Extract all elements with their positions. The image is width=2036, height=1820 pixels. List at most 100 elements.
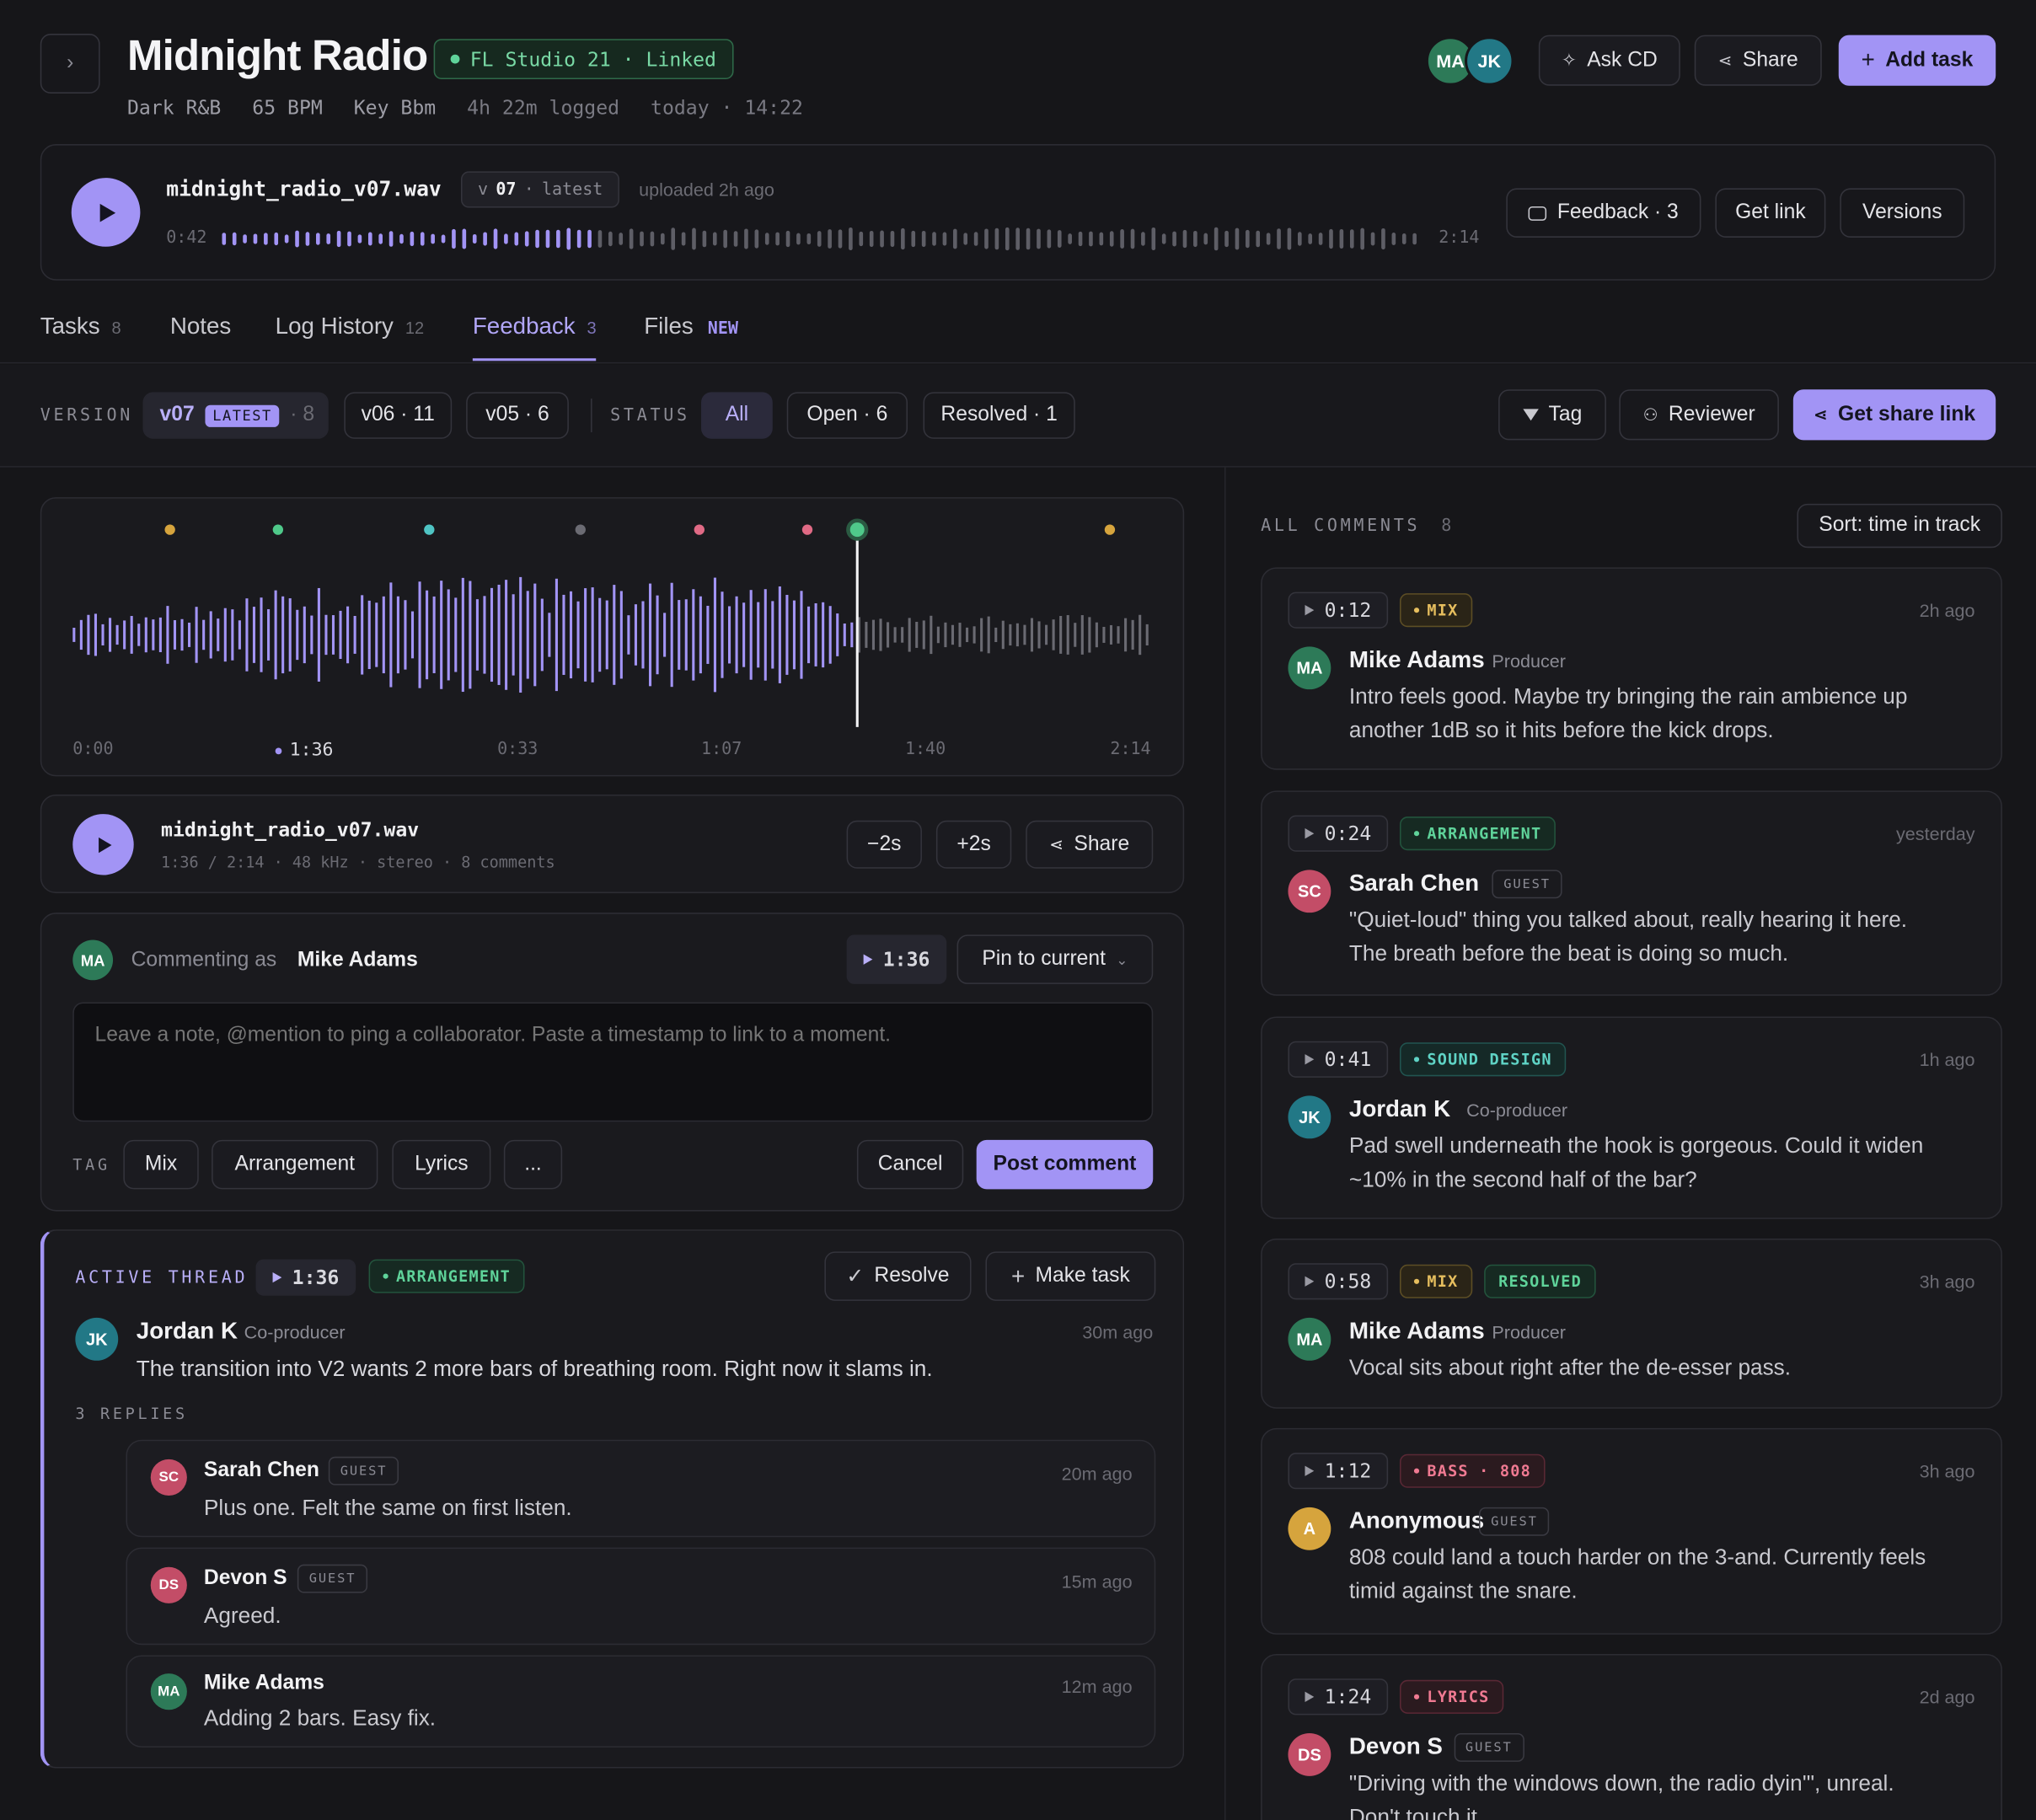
waveform-bar	[504, 233, 508, 244]
timestamp-chip[interactable]: 1:12	[1288, 1453, 1389, 1490]
version-v07-chip[interactable]: v07 LATEST · 8	[142, 392, 329, 439]
share-button[interactable]: ⋖ Share	[1026, 820, 1154, 869]
waveform-bar	[1161, 233, 1166, 244]
reply-author: Mike Adams	[203, 1672, 324, 1694]
check-icon: ✓	[846, 1266, 865, 1288]
more-tags-button[interactable]: ...	[503, 1139, 563, 1190]
timestamp-chip[interactable]: 0:58	[1288, 1263, 1389, 1300]
waveform-bar	[267, 609, 271, 661]
comment-marker[interactable]	[846, 518, 869, 541]
play-icon	[1305, 1054, 1315, 1065]
timestamp-chip[interactable]: 0:24	[1288, 815, 1389, 852]
comment-card[interactable]: 0:24 ARRANGEMENT yesterday SC Sarah Chen GUES…	[1261, 790, 2002, 996]
comment-card[interactable]: 1:24 LYRICS 2d ago DS Devon S GUEST "Driving w…	[1261, 1653, 2002, 1820]
comment-marker[interactable]	[164, 524, 175, 535]
play-icon	[1305, 1465, 1315, 1476]
cancel-button[interactable]: Cancel	[856, 1139, 964, 1190]
waveform-bar	[223, 608, 227, 662]
comment-card[interactable]: 1:12 BASS · 808 3h ago A Anonymous GUEST 808 c…	[1261, 1427, 2002, 1635]
resolve-button[interactable]: ✓ Resolve	[824, 1251, 972, 1301]
waveform-bar	[420, 232, 425, 246]
get-link-button[interactable]: Get link	[1715, 188, 1826, 238]
post-comment-button[interactable]: Post comment	[976, 1139, 1154, 1190]
comment-card[interactable]: 0:41 SOUND DESIGN 1h ago JK Jordan K Co-produ…	[1261, 1016, 2002, 1219]
mini-waveform[interactable]	[222, 221, 1423, 257]
share-button[interactable]: ⋖ Share	[1694, 35, 1822, 86]
waveform-bar	[426, 590, 429, 680]
waveform-bar	[749, 590, 753, 680]
waveform-bar	[660, 233, 665, 245]
versions-button[interactable]: Versions	[1840, 188, 1965, 238]
avatar[interactable]: JK	[1465, 36, 1514, 86]
waveform-bar	[399, 233, 404, 244]
timestamp-chip[interactable]: 0:41	[1288, 1041, 1389, 1078]
bpm: 65 BPM	[252, 96, 323, 120]
tag-lyrics-button[interactable]: Lyrics	[392, 1139, 491, 1190]
comment-marker[interactable]	[1104, 524, 1116, 535]
tab-feedback[interactable]: Feedback 3	[472, 313, 597, 361]
make-task-button[interactable]: + Make task	[985, 1251, 1156, 1301]
tag-mix-button[interactable]: Mix	[123, 1139, 199, 1190]
comment-card[interactable]: 0:12 MIX 2h ago MA Mike Adams Producer Intro f…	[1261, 567, 2002, 770]
waveform-bar	[526, 591, 529, 679]
waveform-bar	[893, 627, 897, 643]
waveform-bar	[238, 620, 241, 650]
timestamp-chip[interactable]: 1:36	[846, 934, 947, 984]
tab-notes[interactable]: Notes	[170, 313, 231, 340]
sort-dropdown[interactable]: Sort: time in track	[1797, 503, 2002, 549]
playhead[interactable]	[855, 532, 859, 727]
ask-cd-button[interactable]: ✧ Ask CD	[1538, 35, 1680, 86]
waveform-bar	[562, 594, 565, 675]
waveform-bar	[1120, 229, 1124, 249]
active-thread-label: ACTIVE THREAD	[75, 1268, 249, 1288]
waveform-bar	[723, 229, 727, 249]
reviewer-filter-button[interactable]: ⚇ Reviewer	[1619, 389, 1779, 441]
comment-marker[interactable]	[801, 524, 813, 535]
timestamp-chip[interactable]: 0:12	[1288, 592, 1389, 629]
guest-badge: GUEST	[1492, 870, 1562, 899]
comment-marker[interactable]	[575, 524, 586, 535]
tag-filter-button[interactable]: Tag	[1498, 389, 1606, 441]
tab-files[interactable]: Files NEW	[644, 313, 738, 340]
comment-marker[interactable]	[694, 524, 705, 535]
status-all-chip[interactable]: All	[701, 392, 773, 439]
timestamp-chip[interactable]: 1:24	[1288, 1678, 1389, 1716]
timestamp-chip[interactable]: 1:36	[255, 1259, 356, 1296]
rewind-2s-button[interactable]: −2s	[846, 820, 922, 869]
waveform-bar	[217, 618, 220, 651]
status-resolved-chip[interactable]: Resolved · 1	[923, 392, 1075, 439]
tab-tasks[interactable]: Tasks 8	[40, 313, 121, 340]
comment-marker[interactable]	[272, 524, 284, 535]
waveform-bar	[404, 600, 407, 670]
waveform-bar	[367, 232, 372, 246]
play-button[interactable]	[72, 814, 134, 875]
waveform-bar	[608, 231, 613, 247]
version-v06-chip[interactable]: v06 · 11	[344, 392, 453, 439]
feedback-button[interactable]: Feedback · 3	[1506, 188, 1701, 238]
pin-to-current-dropdown[interactable]: Pin to current ⌄	[956, 934, 1154, 984]
comment-text-line: Pad swell underneath the hook is gorgeou…	[1348, 1133, 1924, 1159]
tag-arrangement-button[interactable]: Arrangement	[212, 1139, 378, 1190]
add-task-button[interactable]: + Add task	[1838, 35, 1996, 86]
waveform-bar	[1066, 615, 1069, 655]
tab-log-history[interactable]: Log History 12	[276, 313, 424, 340]
waveform-bar	[1412, 233, 1417, 245]
axis-label-current: 1:36	[275, 740, 334, 761]
get-share-link-button[interactable]: ⋖ Get share link	[1792, 389, 1996, 441]
status-open-chip[interactable]: Open · 6	[786, 392, 908, 439]
sidebar-toggle-button[interactable]: ›	[40, 34, 100, 94]
waveform[interactable]	[41, 499, 1185, 778]
play-button[interactable]	[71, 178, 141, 247]
forward-2s-button[interactable]: +2s	[935, 820, 1012, 869]
chevron-right-icon: ›	[67, 51, 74, 74]
comment-marker[interactable]	[424, 524, 435, 535]
waveform-bar	[324, 614, 328, 656]
comment-card[interactable]: 0:58 MIX RESOLVED 3h ago MA Mike Adams Produce…	[1261, 1238, 2002, 1409]
version-v05-chip[interactable]: v05 · 6	[466, 392, 569, 439]
reply: MA Mike Adams 12m ago Adding 2 bars. Eas…	[126, 1655, 1156, 1748]
comment-input[interactable]	[72, 1002, 1154, 1122]
project-meta: Dark R&B 65 BPM Key Bbm 4h 22m logged to…	[127, 96, 803, 120]
waveform-bar	[656, 595, 659, 675]
app-root: › Midnight Radio FL Studio 21 · Linked D…	[0, 0, 2036, 1820]
waveform-bar	[303, 606, 306, 664]
